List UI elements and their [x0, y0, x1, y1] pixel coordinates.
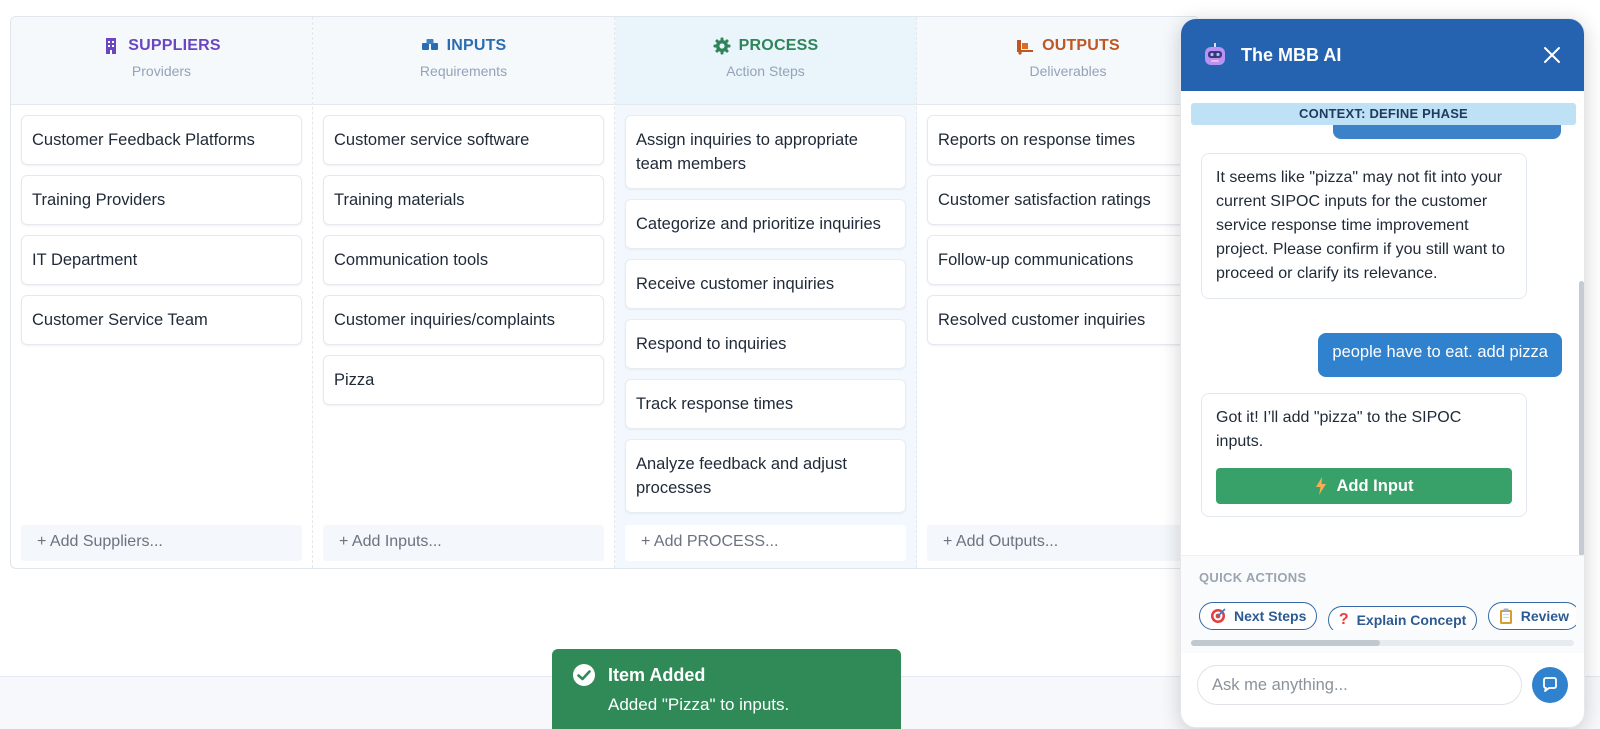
check-circle-icon [573, 664, 595, 686]
add-inputs-input[interactable]: + Add Inputs... [323, 525, 604, 561]
column-header-suppliers: SUPPLIERS Providers [11, 17, 312, 105]
chat-input[interactable] [1197, 665, 1522, 705]
toast-message: Added "Pizza" to inputs. [608, 695, 790, 714]
chat-scrollbar[interactable] [1579, 281, 1584, 556]
column-subtitle: Deliverables [1029, 63, 1107, 79]
column-title: INPUTS [446, 37, 507, 54]
column-header-outputs: OUTPUTS Deliverables [917, 17, 1199, 105]
card-item[interactable]: Customer Feedback Platforms [21, 115, 302, 165]
lightning-icon [1315, 477, 1326, 495]
truck-loading-icon [1017, 40, 1034, 55]
quick-actions-label: QUICK ACTIONS [1199, 570, 1307, 585]
column-subtitle: Providers [131, 63, 192, 79]
card-item[interactable]: Pizza [323, 355, 604, 405]
user-message: people have to eat. add pizza [1318, 333, 1562, 377]
bot-message: Got it! I’ll add "pizza" to the SIPOC in… [1201, 393, 1527, 517]
chat-header: The MBB AI [1181, 19, 1584, 91]
card-item[interactable]: Reports on response times [927, 115, 1199, 165]
quick-actions-scrollbar[interactable] [1191, 640, 1574, 646]
card-item[interactable]: Analyze feedback and adjust processes [625, 439, 906, 513]
column-title: OUTPUTS [1042, 37, 1120, 54]
clipboard-icon [1499, 608, 1512, 624]
quick-action-explain-concept[interactable]: ? Explain Concept [1327, 606, 1478, 630]
card-item[interactable]: Training Providers [21, 175, 302, 225]
chat-bubble-icon [1543, 677, 1557, 692]
boxes-icon [421, 39, 438, 50]
quick-actions: QUICK ACTIONS Next Steps ? Explain Conce… [1181, 555, 1584, 653]
card-item[interactable]: Follow-up communications [927, 235, 1199, 285]
quick-action-review[interactable]: Review [1487, 602, 1576, 630]
column-title: SUPPLIERS [128, 37, 221, 54]
sipoc-board: SUPPLIERS Providers Customer Feedback Pl… [10, 16, 1200, 569]
add-process-input[interactable]: + Add PROCESS... [625, 525, 906, 561]
add-input-label: Add Input [1336, 477, 1414, 495]
add-outputs-input[interactable]: + Add Outputs... [927, 525, 1199, 561]
card-item[interactable]: Respond to inquiries [625, 319, 906, 369]
column-suppliers: SUPPLIERS Providers Customer Feedback Pl… [11, 17, 313, 568]
column-outputs: OUTPUTS Deliverables Reports on response… [917, 17, 1199, 568]
column-subtitle: Action Steps [726, 63, 805, 79]
column-inputs: INPUTS Requirements Customer service sof… [313, 17, 615, 568]
scrollbar-thumb[interactable] [1191, 640, 1380, 646]
bot-message-text: Got it! I’ll add "pizza" to the SIPOC in… [1216, 409, 1462, 450]
card-item[interactable]: Customer service software [323, 115, 604, 165]
card-item[interactable]: Receive customer inquiries [625, 259, 906, 309]
card-item[interactable]: Communication tools [323, 235, 604, 285]
add-suppliers-input[interactable]: + Add Suppliers... [21, 525, 302, 561]
chat-input-area [1197, 665, 1574, 705]
building-icon [106, 38, 117, 54]
card-item[interactable]: Assign inquiries to appropriate team mem… [625, 115, 906, 189]
add-input-button[interactable]: Add Input [1216, 468, 1512, 504]
column-header-process: PROCESS Action Steps [615, 17, 916, 105]
quick-action-next-steps[interactable]: Next Steps [1199, 602, 1318, 630]
ai-chat-panel: The MBB AI CONTEXT: DEFINE PHASE It seem… [1180, 18, 1585, 728]
card-item[interactable]: Categorize and prioritize inquiries [625, 199, 906, 249]
card-item[interactable]: Customer Service Team [21, 295, 302, 345]
previous-user-message [1333, 125, 1561, 139]
toast-title: Item Added [608, 664, 706, 685]
column-title: PROCESS [738, 37, 819, 54]
column-process: PROCESS Action Steps Assign inquiries to… [615, 17, 917, 568]
toast-notification: Item Added Added "Pizza" to inputs. [552, 649, 901, 729]
chat-title: The MBB AI [1241, 44, 1342, 65]
card-item[interactable]: Customer satisfaction ratings [927, 175, 1199, 225]
column-header-inputs: INPUTS Requirements [313, 17, 614, 105]
target-icon [1211, 608, 1226, 623]
close-icon[interactable] [1540, 43, 1564, 67]
card-item[interactable]: Training materials [323, 175, 604, 225]
card-item[interactable]: Resolved customer inquiries [927, 295, 1199, 345]
robot-icon [1205, 43, 1225, 65]
send-button[interactable] [1532, 667, 1568, 703]
card-item[interactable]: Customer inquiries/complaints [323, 295, 604, 345]
bot-message: It seems like "pizza" may not fit into y… [1201, 153, 1527, 299]
question-mark-icon: ? [1338, 611, 1349, 628]
context-phase-badge: CONTEXT: DEFINE PHASE [1191, 103, 1576, 125]
card-item[interactable]: Track response times [625, 379, 906, 429]
card-item[interactable]: IT Department [21, 235, 302, 285]
gear-icon [713, 37, 731, 55]
column-subtitle: Requirements [419, 63, 508, 79]
